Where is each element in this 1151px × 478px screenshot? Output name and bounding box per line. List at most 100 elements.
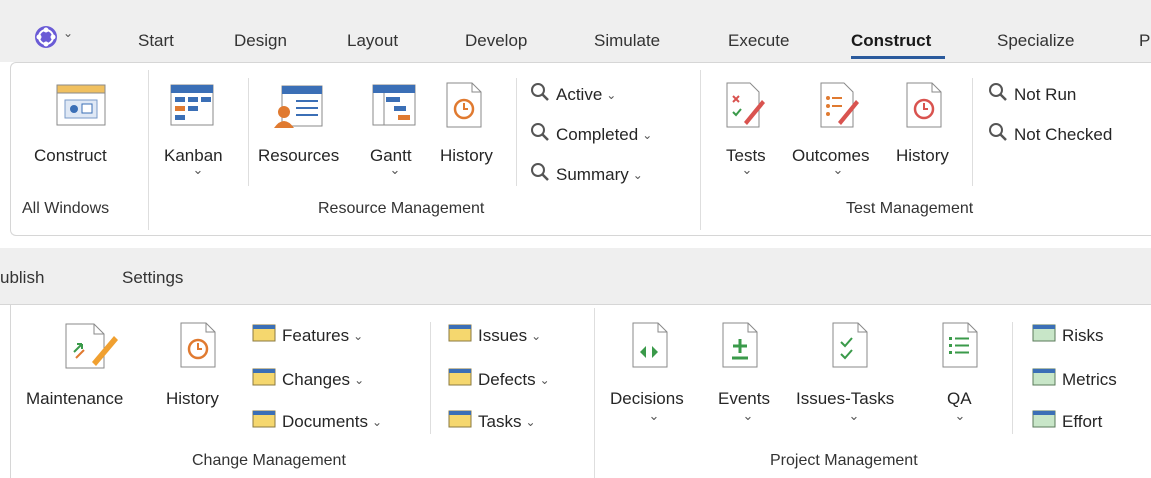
issues-tasks-chevron-icon[interactable]: ⌄ [846,408,862,424]
completed-search-button[interactable]: Completed ⌄ [530,122,652,147]
group-project-management: Project Management [770,452,918,469]
folder-window-icon [448,368,472,391]
decisions-label[interactable]: Decisions [610,389,684,409]
completed-label: Completed [556,124,639,144]
tab-specialize[interactable]: Specialize [997,31,1075,51]
chevron-down-icon: ⌄ [353,328,364,343]
outcomes-icon[interactable] [820,82,860,133]
separator [430,322,431,434]
search-icon [988,122,1008,147]
separator [248,78,249,186]
tab-execute[interactable]: Execute [728,31,789,51]
group-resource-management: Resource Management [318,200,485,217]
changes-label: Changes [282,369,351,389]
folder-window-icon [448,324,472,347]
window-icon [1032,368,1056,391]
maintenance-icon[interactable] [64,322,122,375]
not-run-button[interactable]: Not Run [988,82,1076,107]
chevron-down-icon: ⌄ [606,87,617,102]
not-checked-label: Not Checked [1014,124,1113,144]
folder-window-icon [252,410,276,433]
features-label: Features [282,325,350,345]
tab-construct[interactable]: Construct [851,31,931,51]
qa-chevron-icon[interactable]: ⌄ [952,408,968,424]
tab-design[interactable]: Design [234,31,287,51]
chevron-down-icon: ⌄ [539,372,550,387]
window-icon [1032,324,1056,347]
construct-button-label[interactable]: Construct [34,146,107,166]
tab-develop[interactable]: Develop [465,31,527,51]
documents-button[interactable]: Documents ⌄ [252,410,382,433]
kanban-icon[interactable] [170,84,214,131]
folder-window-icon [448,410,472,433]
issues-label: Issues [478,325,528,345]
summary-search-button[interactable]: Summary ⌄ [530,162,643,187]
active-label: Active [556,84,603,104]
change-history-label[interactable]: History [166,389,219,409]
test-history-clock-icon[interactable] [906,82,942,133]
window-icon [1032,410,1056,433]
events-label[interactable]: Events [718,389,770,409]
effort-button[interactable]: Effort [1032,410,1102,433]
gantt-chevron-icon[interactable]: ⌄ [387,162,403,178]
chevron-down-icon: ⌄ [371,414,383,429]
maintenance-label[interactable]: Maintenance [26,389,123,409]
tests-chevron-icon[interactable]: ⌄ [739,162,755,178]
search-icon [530,122,550,147]
gantt-icon[interactable] [372,84,416,131]
folder-window-icon [252,368,276,391]
risks-button[interactable]: Risks [1032,324,1104,347]
changes-button[interactable]: Changes ⌄ [252,368,364,391]
separator [148,70,149,230]
separator [594,308,595,478]
not-checked-button[interactable]: Not Checked [988,122,1112,147]
history-label[interactable]: History [440,146,493,166]
active-search-button[interactable]: Active ⌄ [530,82,616,107]
test-history-label[interactable]: History [896,146,949,166]
tests-icon[interactable] [726,82,766,133]
tab-start[interactable]: Start [138,31,174,51]
separator [1012,322,1013,434]
qa-label[interactable]: QA [947,389,972,409]
risks-label: Risks [1062,325,1104,345]
chevron-down-icon: ⌄ [525,414,536,429]
construct-window-icon[interactable] [56,84,106,131]
issues-tasks-icon[interactable] [832,322,868,373]
documents-label: Documents [282,411,368,431]
group-all-windows: All Windows [22,200,110,217]
search-icon [530,162,550,187]
resources-icon[interactable] [272,84,324,135]
tab-layout[interactable]: Layout [347,31,398,51]
tab-publish[interactable]: ublish [0,268,44,288]
active-tab-underline [851,56,945,59]
tab-settings[interactable]: Settings [122,268,183,288]
resources-label[interactable]: Resources [258,146,339,166]
decisions-icon[interactable] [632,322,668,373]
metrics-button[interactable]: Metrics [1032,368,1117,391]
change-history-clock-icon[interactable] [180,322,216,373]
chevron-down-icon: ⌄ [632,167,643,182]
defects-button[interactable]: Defects ⌄ [448,368,550,391]
search-icon [530,82,550,107]
events-chevron-icon[interactable]: ⌄ [740,408,756,424]
tasks-button[interactable]: Tasks ⌄ [448,410,536,433]
features-button[interactable]: Features ⌄ [252,324,363,347]
folder-window-icon [252,324,276,347]
issues-tasks-label[interactable]: Issues-Tasks [796,389,894,409]
outcomes-chevron-icon[interactable]: ⌄ [830,162,846,178]
qa-icon[interactable] [942,322,978,373]
ea-logo-icon[interactable] [34,25,58,49]
group-test-management: Test Management [846,200,974,217]
chevron-down-icon: ⌄ [354,372,365,387]
tab-simulate[interactable]: Simulate [594,31,660,51]
decisions-chevron-icon[interactable]: ⌄ [646,408,662,424]
ribbon-panel-left-border [10,304,11,478]
defects-label: Defects [478,369,536,389]
summary-label: Summary [556,164,629,184]
history-clock-icon[interactable] [446,82,482,133]
kanban-chevron-icon[interactable]: ⌄ [190,162,206,178]
events-icon[interactable] [722,322,758,373]
logo-chevron-down-icon[interactable]: ⌄ [60,26,76,40]
issues-button[interactable]: Issues ⌄ [448,324,541,347]
tab-publish-cut[interactable]: P [1139,31,1150,51]
